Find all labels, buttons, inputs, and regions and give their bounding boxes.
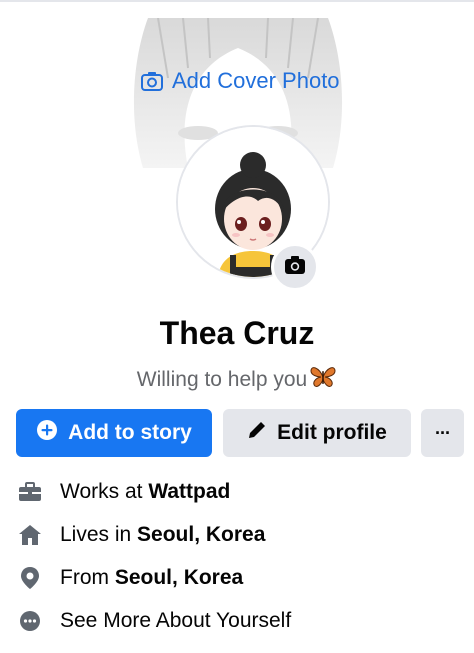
butterfly-emoji-icon [309,365,337,395]
edit-profile-label: Edit profile [277,421,387,444]
more-options-label: ··· [435,422,451,443]
change-profile-picture-button[interactable] [271,243,319,291]
more-circle-icon [18,609,42,633]
detail-work: Works at Wattpad [18,480,230,504]
add-to-story-label: Add to story [68,421,192,444]
see-more-about-yourself-link[interactable]: See More About Yourself [18,609,291,633]
add-cover-photo-label: Add Cover Photo [172,68,340,93]
detail-from: From Seoul, Korea [18,566,243,590]
bio-text: Willing to help you [136,368,308,391]
edit-profile-button[interactable]: Edit profile [223,409,411,457]
add-to-story-button[interactable]: Add to story [16,409,212,457]
camera-icon [284,255,306,280]
pencil-icon [247,420,267,446]
profile-name: Thea Cruz [159,315,315,351]
profile-bio: Willing to help you [0,365,474,395]
see-more-label: See More About Yourself [60,609,292,632]
home-icon [18,523,42,547]
plus-circle-icon [36,419,58,447]
detail-from-text: From Seoul, Korea [60,566,244,589]
briefcase-icon [18,480,42,504]
camera-icon [140,70,164,92]
detail-lives-in: Lives in Seoul, Korea [18,523,265,547]
more-options-button[interactable]: ··· [421,409,464,457]
top-divider [0,0,474,2]
detail-work-text: Works at Wattpad [60,480,231,503]
location-pin-icon [18,566,42,590]
add-cover-photo-button[interactable]: Add Cover Photo [140,68,340,94]
detail-lives-in-text: Lives in Seoul, Korea [60,523,266,546]
